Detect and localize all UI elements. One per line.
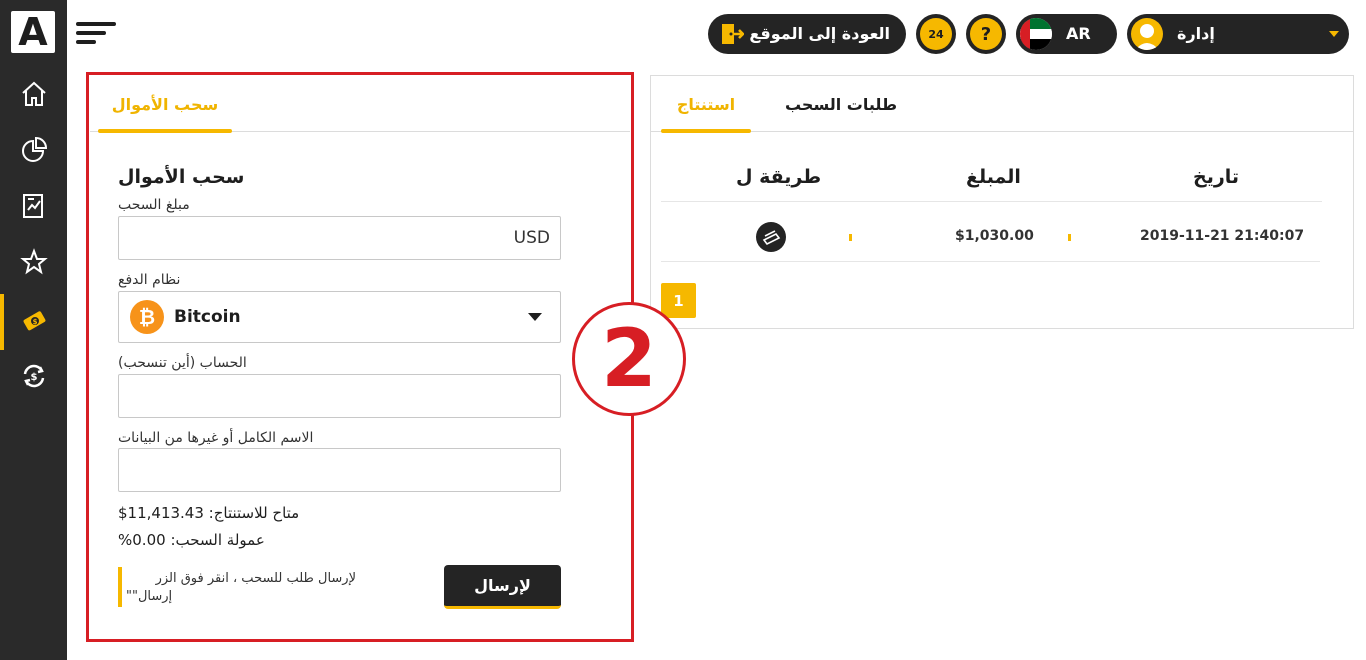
step-number: 2: [601, 312, 657, 405]
pagination-page-1[interactable]: 1: [661, 283, 696, 318]
phone-24-icon: 24: [920, 18, 952, 50]
uae-flag-icon: [1020, 18, 1052, 50]
help-button[interactable]: ?: [966, 14, 1006, 54]
hamburger-line: [76, 22, 116, 26]
tab-withdrawal[interactable]: استنتاج: [661, 76, 751, 133]
column-method: طريقة ل: [736, 166, 822, 188]
wallet-icon: [756, 222, 786, 252]
user-name: إدارة: [1177, 24, 1215, 43]
menu-toggle-button[interactable]: [76, 22, 118, 44]
svg-text:$: $: [32, 318, 37, 326]
user-menu[interactable]: إدارة: [1127, 14, 1349, 54]
help-label: ?: [980, 23, 992, 45]
user-avatar-icon: [1131, 18, 1163, 50]
hamburger-line: [76, 31, 106, 35]
svg-text:$: $: [30, 372, 37, 383]
support-24-button[interactable]: 24: [916, 14, 956, 54]
back-to-site-button[interactable]: العودة إلى الموقع: [708, 14, 906, 54]
nav-reports[interactable]: [0, 180, 67, 236]
help-icon: ?: [970, 18, 1002, 50]
column-date: تاريخ: [1193, 166, 1240, 188]
report-icon: [20, 192, 48, 224]
requests-panel: استنتاج طلبات السحب: [650, 75, 1354, 329]
tab-label: طلبات السحب: [784, 94, 898, 114]
table-row: 2019-11-21 21:40:07 $1,030.00: [661, 212, 1320, 262]
tab-withdrawal-requests[interactable]: طلبات السحب: [771, 76, 911, 132]
column-amount: المبلغ: [966, 166, 1021, 188]
home-icon: [20, 80, 48, 112]
logo[interactable]: A: [11, 11, 55, 53]
step-number-badge: 2: [572, 302, 686, 416]
hamburger-line: [76, 40, 96, 44]
nav-home[interactable]: [0, 68, 67, 124]
nav-withdraw[interactable]: $: [0, 294, 67, 350]
language-selector[interactable]: AR: [1016, 14, 1117, 54]
logo-letter: A: [18, 10, 48, 54]
nav-statistics[interactable]: [0, 124, 67, 180]
row-amount: $1,030.00: [955, 228, 1034, 244]
requests-tab-bar: استنتاج طلبات السحب: [651, 76, 1353, 133]
exit-door-icon: [720, 22, 745, 46]
column-divider: [849, 234, 852, 241]
back-to-site-label: العودة إلى الموقع: [749, 24, 890, 43]
nav-exchange[interactable]: $: [0, 350, 67, 406]
exchange-icon: $: [20, 362, 48, 394]
tab-label: استنتاج: [676, 94, 736, 114]
chevron-down-icon: [1329, 31, 1339, 37]
sidebar: A $ $: [0, 0, 67, 660]
pie-chart-icon: [20, 136, 48, 168]
column-divider: [1068, 234, 1071, 241]
star-icon: [19, 248, 48, 280]
highlight-frame: [86, 72, 634, 642]
page-number: 1: [673, 291, 684, 310]
row-date: 2019-11-21 21:40:07: [1140, 228, 1305, 244]
table-header: تاريخ المبلغ طريقة ل: [661, 158, 1322, 202]
support-label: 24: [928, 27, 944, 41]
withdraw-icon: $: [20, 306, 48, 338]
language-label: AR: [1066, 24, 1091, 43]
nav-favorites[interactable]: [0, 236, 67, 292]
